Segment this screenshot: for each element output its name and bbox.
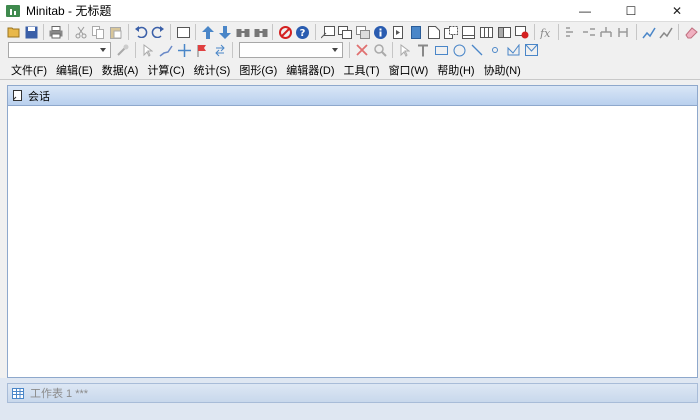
tree-icon[interactable] xyxy=(563,24,579,40)
menu-stat[interactable]: 统计(S) xyxy=(194,62,231,78)
rectangle-tool-icon[interactable] xyxy=(433,42,449,58)
panel-icon[interactable] xyxy=(496,24,512,40)
duplicate-icon[interactable] xyxy=(443,24,459,40)
svg-text:?: ? xyxy=(300,28,306,39)
toolbar-separator xyxy=(135,42,136,58)
cut-icon[interactable] xyxy=(73,24,89,40)
menu-graph[interactable]: 图形(G) xyxy=(239,62,277,78)
tree3-icon[interactable] xyxy=(599,24,615,40)
window-title: Minitab - 无标题 xyxy=(26,4,112,18)
session-window-title: 会话 xyxy=(28,90,50,103)
text-tool-icon[interactable] xyxy=(415,42,431,58)
swap-icon[interactable] xyxy=(212,42,228,58)
menu-data[interactable]: 数据(A) xyxy=(102,62,139,78)
select-arrow-icon[interactable] xyxy=(140,42,156,58)
session-window-icon[interactable] xyxy=(320,24,336,40)
toolbar-separator xyxy=(194,24,196,40)
toolbar-separator xyxy=(349,42,350,58)
report-icon[interactable] xyxy=(408,24,424,40)
window-controls: — ☐ ✕ xyxy=(562,0,700,22)
graph-icon[interactable] xyxy=(355,24,371,40)
redo-icon[interactable] xyxy=(151,24,167,40)
close-button[interactable]: ✕ xyxy=(654,0,700,22)
toolbar-separator xyxy=(678,24,680,40)
save-icon[interactable] xyxy=(24,24,40,40)
chart-edit-icon[interactable] xyxy=(641,24,657,40)
find-icon[interactable] xyxy=(235,24,251,40)
toolbar-separator xyxy=(43,24,45,40)
maximize-button[interactable]: ☐ xyxy=(608,0,654,22)
print-icon[interactable] xyxy=(48,24,64,40)
menu-help[interactable]: 帮助(H) xyxy=(437,62,474,78)
tree4-icon[interactable] xyxy=(616,24,632,40)
toolbar-separator xyxy=(392,42,393,58)
svg-text:fx: fx xyxy=(539,27,551,39)
delete-x-icon[interactable] xyxy=(354,42,370,58)
session-window-icon xyxy=(13,90,22,101)
undo-icon[interactable] xyxy=(133,24,149,40)
annotation-combo[interactable] xyxy=(239,42,343,58)
standard-toolbar: ? fx xyxy=(0,22,700,42)
worksheet-label: 工作表 1 *** xyxy=(30,388,89,400)
line-tool-icon[interactable] xyxy=(469,42,485,58)
toolbar-separator xyxy=(635,24,637,40)
menu-edit[interactable]: 编辑(E) xyxy=(56,62,93,78)
worksheet-icon[interactable] xyxy=(337,24,353,40)
cancel-icon[interactable] xyxy=(277,24,293,40)
help-icon[interactable]: ? xyxy=(295,24,311,40)
crosshair-icon[interactable] xyxy=(176,42,192,58)
flag-icon[interactable] xyxy=(194,42,210,58)
toolbar-separator xyxy=(533,24,535,40)
blank-window-icon[interactable] xyxy=(175,24,191,40)
menu-file[interactable]: 文件(F) xyxy=(11,62,47,78)
zoom-icon[interactable] xyxy=(372,42,388,58)
menu-editor[interactable]: 编辑器(D) xyxy=(286,62,334,78)
toolbar-separator xyxy=(232,42,233,58)
session-window-header[interactable]: 会话 xyxy=(7,85,698,105)
pointer-icon[interactable] xyxy=(397,42,413,58)
new-doc-icon[interactable] xyxy=(426,24,442,40)
chart-add-icon[interactable] xyxy=(659,24,675,40)
table-icon[interactable] xyxy=(479,24,495,40)
worksheet-grid-icon xyxy=(12,387,24,399)
paste-icon[interactable] xyxy=(108,24,124,40)
layout-icon[interactable] xyxy=(461,24,477,40)
arrow-up-icon[interactable] xyxy=(200,24,216,40)
history-icon[interactable] xyxy=(390,24,406,40)
title-bar: Minitab - 无标题 — ☐ ✕ xyxy=(0,0,700,22)
info-icon[interactable] xyxy=(373,24,389,40)
minitab-logo-icon xyxy=(6,4,20,17)
tree2-icon[interactable] xyxy=(581,24,597,40)
polygon-tool-icon[interactable] xyxy=(523,42,539,58)
ellipse-tool-icon[interactable] xyxy=(451,42,467,58)
formula-icon[interactable]: fx xyxy=(539,24,555,40)
toolbar-separator xyxy=(558,24,560,40)
format-icon[interactable] xyxy=(115,42,131,58)
find-replace-icon[interactable] xyxy=(253,24,269,40)
toolbar-separator xyxy=(67,24,69,40)
minimize-button[interactable]: — xyxy=(562,0,608,22)
eraser-icon[interactable] xyxy=(683,24,699,40)
menu-window[interactable]: 窗口(W) xyxy=(389,62,429,78)
point-tool-icon[interactable] xyxy=(487,42,503,58)
brush-icon[interactable] xyxy=(158,42,174,58)
copy-icon[interactable] xyxy=(91,24,107,40)
menu-calc[interactable]: 计算(C) xyxy=(147,62,184,78)
open-icon[interactable] xyxy=(6,24,22,40)
arrow-down-icon[interactable] xyxy=(217,24,233,40)
close-all-icon[interactable] xyxy=(514,24,530,40)
menu-bar: 文件(F) 编辑(E) 数据(A) 计算(C) 统计(S) 图形(G) 编辑器(… xyxy=(0,60,700,80)
toolbar-separator xyxy=(314,24,316,40)
graph-edit-toolbar xyxy=(0,40,700,60)
toolbar-separator xyxy=(127,24,129,40)
worksheet-minimized-tab[interactable]: 工作表 1 *** xyxy=(7,383,698,403)
polyline-tool-icon[interactable] xyxy=(505,42,521,58)
toolbar-separator xyxy=(272,24,274,40)
menu-assistant[interactable]: 协助(N) xyxy=(484,62,521,78)
session-window-content[interactable] xyxy=(7,105,698,378)
graph-item-combo[interactable] xyxy=(8,42,111,58)
menu-tools[interactable]: 工具(T) xyxy=(344,62,380,78)
toolbar-separator xyxy=(170,24,172,40)
